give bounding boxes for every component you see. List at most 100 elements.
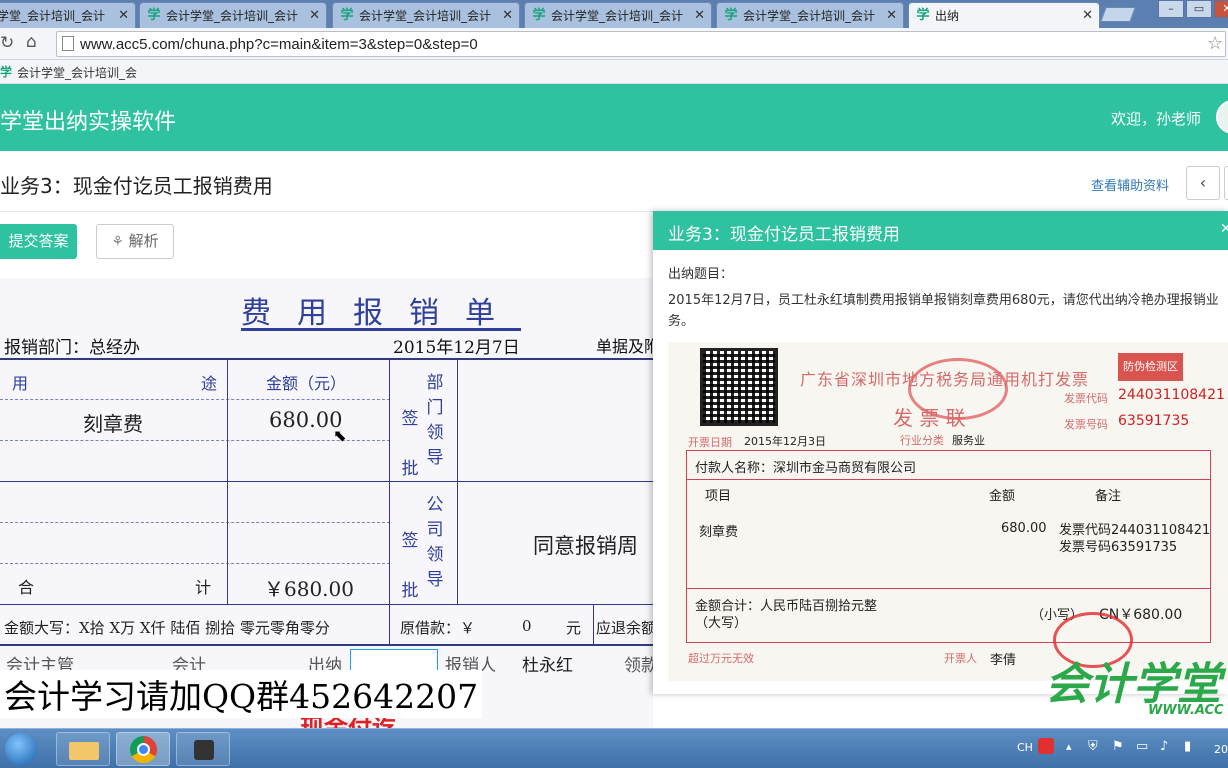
table-border — [0, 644, 653, 646]
form-title: 费用报销单 — [241, 296, 521, 331]
home-icon[interactable]: ⌂ — [26, 32, 37, 52]
tab-close-icon[interactable]: ✕ — [694, 8, 705, 23]
tab-close-icon[interactable]: ✕ — [1082, 8, 1093, 23]
anti-counterfeit-label: 防伪检测区 — [1118, 353, 1183, 381]
invoice-total-caption: （大写） — [695, 616, 748, 631]
display-icon[interactable]: ▭ — [1136, 739, 1148, 754]
site-favicon-icon: 学 — [916, 7, 930, 23]
row-divider — [0, 563, 390, 564]
amount-header: 金额 — [989, 489, 1016, 504]
page-title: 业务3：现金付讫员工报销费用 — [0, 174, 273, 198]
view-aux-materials-link[interactable]: 查看辅助资料 — [1091, 175, 1169, 194]
browser-tab[interactable]: 学堂_会计培训_会计 ✕ — [0, 2, 136, 28]
table-border — [0, 358, 653, 360]
question-label: 出纳题目： — [668, 267, 734, 282]
column-divider — [227, 358, 228, 604]
close-icon[interactable]: ✕ — [1220, 221, 1228, 237]
tab-label: 会计学堂_会计培训_会计 — [359, 9, 492, 23]
bookmark-item[interactable]: 会计学堂_会计培训_会 — [17, 64, 137, 81]
tab-label: 学堂_会计培训_会计 — [0, 9, 106, 23]
action-center-flag-icon[interactable]: ⚑ — [1112, 739, 1124, 754]
total-amount: ￥680.00 — [264, 577, 354, 601]
address-bar: ↻ ⌂ www.acc5.com/chuna.php?c=main&item=3… — [0, 28, 1228, 60]
item-header: 项目 — [705, 489, 732, 504]
qr-code-icon — [700, 348, 778, 426]
total-label: 计 — [195, 578, 212, 597]
issuer-name: 李倩 — [990, 653, 1017, 668]
row-divider — [0, 399, 390, 400]
tab-close-icon[interactable]: ✕ — [886, 8, 897, 23]
chevron-left-icon: ‹ — [1199, 173, 1207, 192]
invoice-table: 付款人名称：深圳市金马商贸有限公司 项目 金额 备注 刻章费 680.00 发票… — [686, 450, 1211, 643]
network-icon[interactable]: ▮ — [1184, 739, 1191, 754]
column-divider — [593, 604, 594, 644]
site-favicon-icon: 学 — [0, 65, 13, 79]
window-close-button[interactable]: ✕ — [1214, 0, 1228, 18]
receiver-label: 领款 — [624, 656, 653, 676]
invoice-number: 63591735 — [1118, 413, 1190, 429]
analysis-label: 解析 — [128, 232, 159, 250]
browser-tab-strip: 学堂_会计培训_会计 ✕ 学 会计学堂_会计培训_会计 ✕ 学 会计学堂_会计培… — [0, 0, 1228, 28]
invoice-image: 广东省深圳市地方税务局通用机打发票 发 票 联 防伪检测区 发票代码 24403… — [668, 342, 1228, 681]
expense-purpose: 刻章费 — [83, 412, 143, 436]
url-input[interactable]: www.acc5.com/chuna.php?c=main&item=3&ste… — [56, 31, 1226, 57]
invoice-item: 刻章费 — [699, 525, 739, 540]
avatar[interactable] — [1216, 100, 1228, 134]
site-favicon-icon: 学 — [340, 7, 354, 23]
tab-label: 会计学堂_会计培训_会计 — [743, 9, 876, 23]
purpose-header: 途 — [201, 374, 218, 393]
applicant-name: 杜永红 — [522, 656, 573, 676]
browser-tab[interactable]: 学 会计学堂_会计培训_会计 ✕ — [716, 2, 904, 28]
invoice-date-label: 开票日期 — [688, 436, 732, 449]
reload-icon[interactable]: ↻ — [0, 33, 14, 53]
maximize-button[interactable]: ▭ — [1186, 0, 1212, 18]
loan-unit: 元 — [566, 619, 582, 637]
payer-name: 付款人名称：深圳市金马商贸有限公司 — [695, 461, 917, 476]
prev-arrow-button[interactable]: ‹ — [1186, 166, 1220, 200]
expense-amount[interactable]: 680.00 — [269, 408, 342, 432]
approval-text: 同意报销周 — [533, 534, 638, 558]
panel-header: 业务3：现金付讫员工报销费用 ✕ — [653, 211, 1228, 250]
language-indicator[interactable]: CH — [1017, 741, 1033, 754]
issuer-label: 开票人 — [944, 652, 977, 665]
analysis-button[interactable]: ⚘ 解析 — [96, 224, 174, 259]
file-explorer-icon[interactable] — [56, 732, 110, 766]
clock[interactable]: 20 — [1214, 743, 1228, 756]
submit-answer-button[interactable]: 提交答案 — [0, 224, 77, 259]
row-divider — [0, 604, 653, 605]
company-leader-label: 公司领导 — [426, 495, 444, 590]
magic-wand-icon: ⚘ — [111, 234, 124, 250]
form-date: 2015年12月7日 — [393, 338, 520, 358]
invoice-amount: 680.00 — [1001, 521, 1047, 536]
chrome-icon[interactable] — [116, 732, 170, 766]
volume-icon[interactable]: ♪ — [1160, 739, 1168, 754]
page-icon — [62, 36, 74, 51]
site-favicon-icon: 学 — [147, 7, 161, 23]
browser-tab[interactable]: 学 会计学堂_会计培训_会计 ✕ — [332, 2, 520, 28]
dept-sign-label: 签批 — [401, 409, 419, 479]
camera-app-icon[interactable] — [176, 732, 230, 766]
column-divider — [389, 358, 390, 644]
row-divider — [0, 522, 390, 523]
bookmark-star-icon[interactable]: ☆ — [1207, 33, 1223, 54]
new-tab-button[interactable] — [1100, 7, 1136, 22]
tab-close-icon[interactable]: ✕ — [309, 8, 320, 23]
input-method-icon[interactable] — [1038, 738, 1054, 754]
department-label: 报销部门：总经办 — [4, 338, 140, 358]
browser-tab-active[interactable]: 学 出纳 ✕ — [908, 2, 1100, 28]
show-hidden-icons-icon[interactable]: ▴ — [1066, 740, 1072, 753]
tab-close-icon[interactable]: ✕ — [502, 8, 513, 23]
industry-label: 行业分类 — [900, 434, 944, 447]
browser-tab[interactable]: 学 会计学堂_会计培训_会计 ✕ — [524, 2, 712, 28]
app-title: 学堂出纳实操软件 — [0, 110, 177, 135]
invoice-code-label: 发票代码 — [1064, 392, 1108, 405]
minimize-button[interactable]: – — [1158, 0, 1184, 18]
browser-tab[interactable]: 学 会计学堂_会计培训_会计 ✕ — [139, 2, 327, 28]
security-shield-icon[interactable]: ⛨ — [1088, 739, 1098, 754]
next-arrow-button[interactable] — [1224, 166, 1228, 200]
ie-icon[interactable] — [5, 733, 37, 765]
invoice-limit-note: 超过万元无效 — [688, 652, 754, 665]
tab-close-icon[interactable]: ✕ — [118, 8, 129, 23]
mouse-cursor-icon: ⬉ — [333, 426, 347, 445]
invoice-code: 244031108421 — [1118, 387, 1225, 403]
